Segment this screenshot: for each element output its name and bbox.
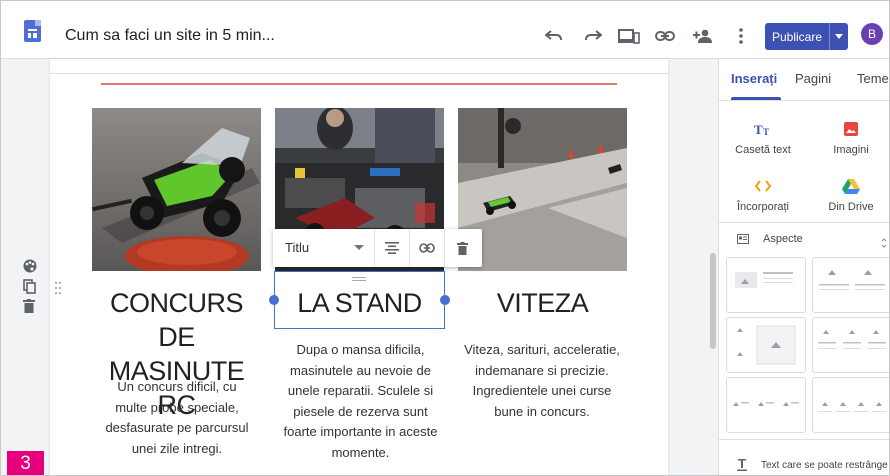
svg-text:T: T [754,122,763,136]
section-tools [23,259,43,319]
publish-label: Publicare [771,29,823,44]
text-format-toolbar: Titlu [273,229,482,267]
link-icon[interactable] [653,25,677,47]
layout-option-4[interactable] [812,317,889,373]
collapse-chevron-icon[interactable] [881,235,887,253]
drive-icon [809,176,889,196]
chevron-down-icon [354,245,364,250]
active-tab-indicator [731,97,781,100]
document-title[interactable]: Cum sa faci un site in 5 min... [65,27,275,45]
image-icon [809,119,889,139]
insert-embed[interactable]: Încorporați [721,176,805,213]
column-3-text[interactable]: Viteza, sarituri, acceleratie, indemanar… [462,340,622,422]
insert-text-box-label: Casetă text [735,144,791,156]
resize-handle-top-icon[interactable] [352,269,366,287]
insert-from-drive-label: Din Drive [828,201,874,213]
link-icon[interactable] [410,229,445,267]
canvas-scrollbar[interactable] [710,253,716,349]
text-style-select[interactable]: Titlu [273,229,375,267]
layout-option-6[interactable] [812,377,889,433]
step-number-badge: 3 [7,451,44,475]
text-box-icon: TT [721,119,805,139]
layout-option-2[interactable] [812,257,889,313]
delete-icon[interactable] [23,299,43,319]
section-divider-line [101,83,617,85]
insert-images-label: Imagini [833,144,869,156]
preview-devices-icon[interactable] [617,25,641,47]
text-style-value: Titlu [285,240,310,255]
collapsible-text-label: Text care se poate restrânge [761,459,888,471]
insert-from-drive[interactable]: Din Drive [809,176,889,213]
top-bar: Cum sa faci un site in 5 min... Publicar… [1,1,889,59]
duplicate-icon[interactable] [23,279,43,299]
insert-collapsible-text[interactable]: Text care se poate restrânge [737,459,888,471]
palette-icon[interactable] [23,259,43,279]
delete-icon[interactable] [445,229,480,267]
google-sites-logo-icon[interactable] [24,20,41,42]
more-vert-icon[interactable] [729,25,753,47]
insert-panel: Inserați Pagini Teme TT Casetă text Imag… [718,59,889,475]
insert-embed-label: Încorporați [737,201,789,213]
panel-divider [719,439,889,440]
embed-icon [721,176,805,196]
layout-option-5[interactable] [726,377,806,433]
tab-insert[interactable]: Inserați [731,71,777,86]
site-page: CONCURS DE MASINUTE RC LA STAND VITEZA U… [50,59,668,475]
image-race-track[interactable] [458,108,627,271]
add-person-icon[interactable] [691,25,715,47]
publish-button[interactable]: Publicare [765,23,848,50]
insert-text-box[interactable]: TT Casetă text [721,119,805,156]
svg-text:T: T [763,127,769,136]
redo-icon[interactable] [581,25,605,47]
layout-option-1[interactable] [726,257,806,313]
publish-options-chevron-down-icon[interactable] [830,34,848,39]
layout-option-3[interactable] [726,317,806,373]
tab-themes[interactable]: Teme [857,71,889,86]
collapsible-text-icon [737,459,747,471]
insert-images[interactable]: Imagini [809,119,889,156]
resize-handle-left[interactable] [269,295,279,305]
layouts-header[interactable]: Aspecte [737,233,803,245]
tab-pages[interactable]: Pagini [795,71,831,86]
undo-icon[interactable] [542,25,566,47]
column-2-text[interactable]: Dupa o mansa dificila, masinutele au nev… [278,340,443,463]
app-window: Cum sa faci un site in 5 min... Publicar… [0,0,890,476]
panel-divider [719,222,889,223]
editor-canvas: CONCURS DE MASINUTE RC LA STAND VITEZA U… [1,59,719,475]
column-3-heading[interactable]: VITEZA [458,286,627,320]
avatar[interactable]: B [861,23,883,45]
layouts-icon [737,234,749,244]
panel-tabs: Inserați Pagini Teme [719,59,889,101]
align-center-icon[interactable] [375,229,410,267]
drag-handle-icon[interactable] [55,281,61,299]
layouts-label: Aspecte [763,233,803,245]
header-divider [50,73,668,74]
resize-handle-right[interactable] [440,295,450,305]
column-1-text[interactable]: Un concurs dificil, cu multe probe speci… [102,377,252,459]
image-rc-car-on-cone[interactable] [92,108,261,271]
